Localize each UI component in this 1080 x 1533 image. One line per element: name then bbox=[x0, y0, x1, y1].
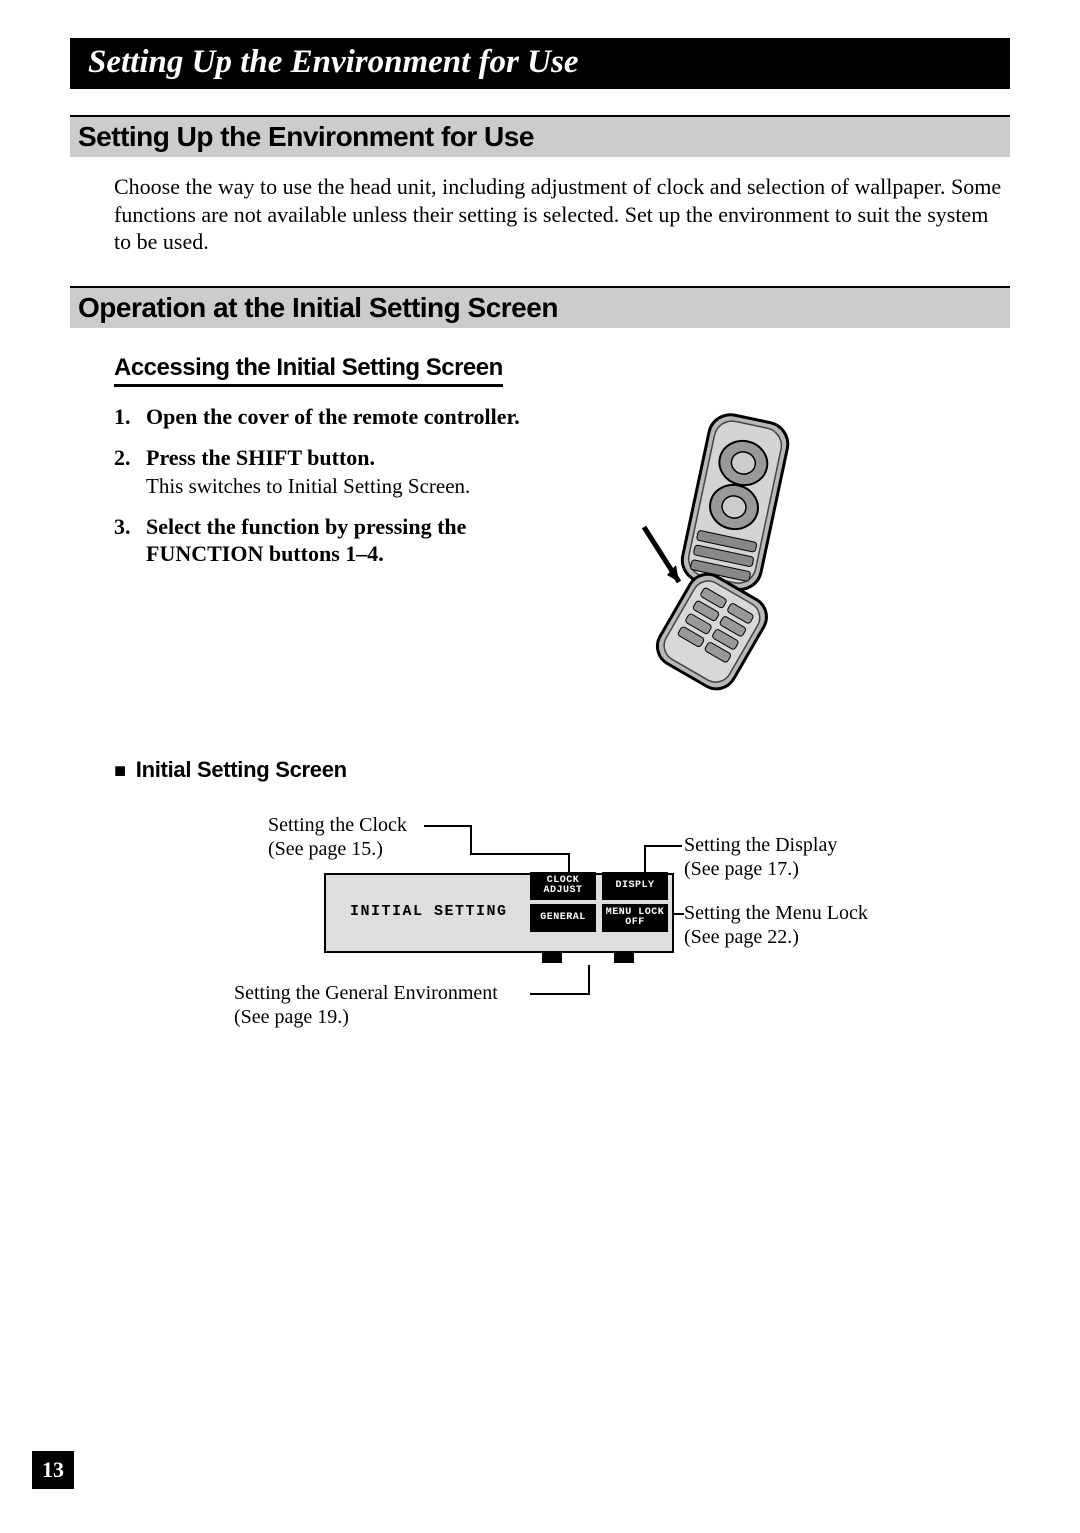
callout-display: Setting the Display (See page 17.) bbox=[684, 833, 904, 881]
bullet-heading-initial-screen: Initial Setting Screen bbox=[114, 757, 1010, 783]
step-note: This switches to Initial Setting Screen. bbox=[114, 474, 534, 499]
callout-ref: (See page 22.) bbox=[684, 926, 799, 948]
page-title-bar: Setting Up the Environment for Use bbox=[70, 38, 1010, 89]
callout-label: Setting the Display bbox=[684, 834, 837, 856]
lcd-tab bbox=[614, 951, 634, 963]
lcd-tab bbox=[542, 951, 562, 963]
callout-menulock: Setting the Menu Lock (See page 22.) bbox=[684, 901, 934, 949]
callout-clock: Setting the Clock (See page 15.) bbox=[268, 813, 468, 861]
subheading-accessing: Accessing the Initial Setting Screen bbox=[114, 354, 503, 387]
callout-ref: (See page 15.) bbox=[268, 838, 383, 860]
step-number: 2. bbox=[114, 444, 138, 472]
lcd-button-menulock: MENU LOCK OFF bbox=[602, 904, 668, 932]
lcd-button-general: GENERAL bbox=[530, 904, 596, 932]
section-heading-setup: Setting Up the Environment for Use bbox=[70, 115, 1010, 157]
step-number: 3. bbox=[114, 513, 138, 568]
lcd-button-label: CLOCK ADJUST bbox=[543, 876, 582, 896]
lcd-button-label: DISPLY bbox=[615, 881, 654, 891]
initial-setting-diagram: Setting the Clock (See page 15.) Setting… bbox=[114, 803, 1010, 1103]
callout-label: Setting the Menu Lock bbox=[684, 902, 868, 924]
step-text: Select the function by pressing the FUNC… bbox=[146, 513, 534, 568]
section-heading-operation: Operation at the Initial Setting Screen bbox=[70, 286, 1010, 328]
remote-controller-illustration bbox=[574, 403, 854, 707]
step-text: Press the SHIFT button. bbox=[146, 444, 534, 472]
lcd-button-label: MENU LOCK OFF bbox=[606, 908, 665, 928]
callout-general: Setting the General Environment (See pag… bbox=[234, 981, 554, 1029]
callout-ref: (See page 17.) bbox=[684, 858, 799, 880]
step-number: 1. bbox=[114, 403, 138, 431]
steps-list: 1. Open the cover of the remote controll… bbox=[114, 403, 534, 707]
callout-ref: (See page 19.) bbox=[234, 1006, 349, 1028]
lcd-button-clock-adjust: CLOCK ADJUST bbox=[530, 872, 596, 900]
lcd-panel: INITIAL SETTING CLOCK ADJUST DISPLY GENE… bbox=[324, 873, 674, 953]
page-number: 13 bbox=[32, 1451, 74, 1489]
step-2: 2. Press the SHIFT button. This switches… bbox=[114, 444, 534, 499]
step-1: 1. Open the cover of the remote controll… bbox=[114, 403, 534, 431]
lcd-button-disply: DISPLY bbox=[602, 872, 668, 900]
step-3: 3. Select the function by pressing the F… bbox=[114, 513, 534, 568]
step-text: Open the cover of the remote controller. bbox=[146, 403, 534, 431]
callout-label: Setting the Clock bbox=[268, 814, 407, 836]
callout-label: Setting the General Environment bbox=[234, 982, 498, 1004]
intro-paragraph: Choose the way to use the head unit, inc… bbox=[70, 173, 1010, 256]
lcd-title-text: INITIAL SETTING bbox=[350, 903, 508, 920]
lcd-button-label: GENERAL bbox=[540, 913, 586, 923]
